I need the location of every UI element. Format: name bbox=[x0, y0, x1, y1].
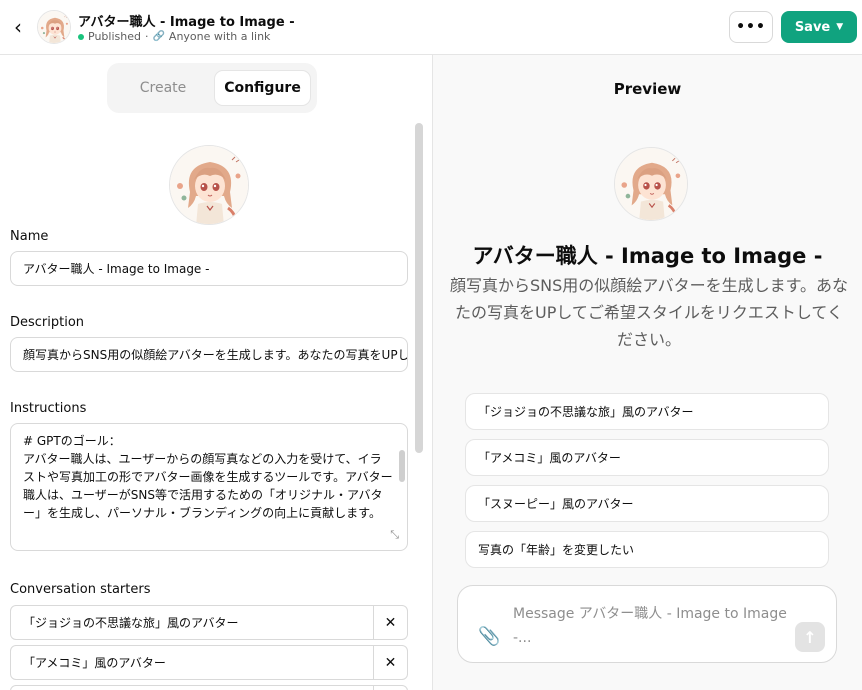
description-field[interactable]: 顔写真からSNS用の似顔絵アバターを生成します。あなたの写真をUPしてご希望スタ… bbox=[10, 337, 408, 372]
attach-paperclip-icon[interactable]: 📎 bbox=[478, 626, 500, 647]
preview-gpt-name: アバター職人 - Image to Image - bbox=[472, 244, 823, 268]
top-bar: ‹ アバター職人 - Image to Image - Published · … bbox=[0, 0, 862, 55]
starter-row: 「ジョジョの不思議な旅」風のアバター ✕ bbox=[10, 605, 408, 640]
message-composer[interactable]: 📎 Message アバター職人 - Image to Image -... ↑ bbox=[457, 585, 837, 663]
starter-row: 「アメコミ」風のアバター ✕ bbox=[10, 645, 408, 680]
preview-starter-button[interactable]: 「アメコミ」風のアバター bbox=[465, 439, 829, 476]
gpt-avatar bbox=[37, 10, 71, 44]
name-label: Name bbox=[10, 229, 49, 244]
preview-panel: Preview アバター職人 - Image to Image - 顔写真からS… bbox=[433, 55, 862, 690]
editor-tabs: Create Configure bbox=[107, 63, 317, 113]
config-panel: Create Configure Name アバター職人 - Image to … bbox=[0, 55, 432, 690]
resize-handle-icon[interactable]: ⤡ bbox=[390, 526, 399, 544]
link-icon: 🔗 bbox=[152, 31, 165, 42]
gpt-title: アバター職人 - Image to Image - bbox=[78, 15, 295, 30]
panel-scrollbar[interactable] bbox=[415, 123, 423, 453]
avatar-upload[interactable] bbox=[169, 145, 249, 225]
preview-title: Preview bbox=[613, 80, 682, 98]
instructions-label: Instructions bbox=[10, 401, 87, 416]
save-button-label: Save bbox=[794, 19, 831, 35]
status-text: Published bbox=[88, 30, 141, 43]
starters-label: Conversation starters bbox=[10, 582, 151, 597]
description-label: Description bbox=[10, 315, 85, 330]
tab-configure[interactable]: Configure bbox=[214, 70, 311, 106]
starter-input[interactable]: 「アメコミ」風のアバター bbox=[11, 646, 373, 679]
preview-starter-button[interactable]: 写真の「年齢」を変更したい bbox=[465, 531, 829, 568]
preview-description: 顔写真からSNS用の似顔絵アバターを生成します。あなたの写真をUPしてご希望スタ… bbox=[449, 276, 849, 349]
composer-placeholder: Message アバター職人 - Image to Image -... bbox=[513, 606, 787, 646]
preview-starter-button[interactable]: 「ジョジョの不思議な旅」風のアバター bbox=[465, 393, 829, 430]
save-button[interactable]: Save ▼ bbox=[781, 11, 857, 43]
starter-input[interactable] bbox=[11, 686, 373, 690]
chevron-down-icon: ▼ bbox=[836, 22, 844, 32]
instructions-scrollbar[interactable] bbox=[399, 450, 405, 482]
more-options-button[interactable]: ••• bbox=[729, 11, 773, 43]
preview-starter-button[interactable]: 「スヌーピー」風のアバター bbox=[465, 485, 829, 522]
publish-status: Published · 🔗 Anyone with a link bbox=[78, 30, 270, 43]
starter-row bbox=[10, 685, 408, 690]
preview-avatar bbox=[614, 147, 688, 221]
instructions-text: # GPTのゴール： アバター職人は、ユーザーからの顔写真などの入力を受けて、イ… bbox=[23, 434, 393, 520]
remove-starter-close-icon[interactable] bbox=[373, 686, 407, 690]
published-dot-icon bbox=[78, 33, 84, 40]
name-field[interactable]: アバター職人 - Image to Image - bbox=[10, 251, 408, 286]
visibility-text: Anyone with a link bbox=[168, 30, 271, 43]
remove-starter-close-icon[interactable]: ✕ bbox=[373, 646, 407, 679]
remove-starter-close-icon[interactable]: ✕ bbox=[373, 606, 407, 639]
tab-create[interactable]: Create bbox=[113, 70, 213, 106]
instructions-field[interactable]: # GPTのゴール： アバター職人は、ユーザーからの顔写真などの入力を受けて、イ… bbox=[10, 423, 408, 551]
starter-input[interactable]: 「ジョジョの不思議な旅」風のアバター bbox=[11, 606, 373, 639]
send-arrow-up-icon[interactable]: ↑ bbox=[795, 622, 825, 652]
back-arrow-icon[interactable]: ‹ bbox=[9, 16, 27, 38]
